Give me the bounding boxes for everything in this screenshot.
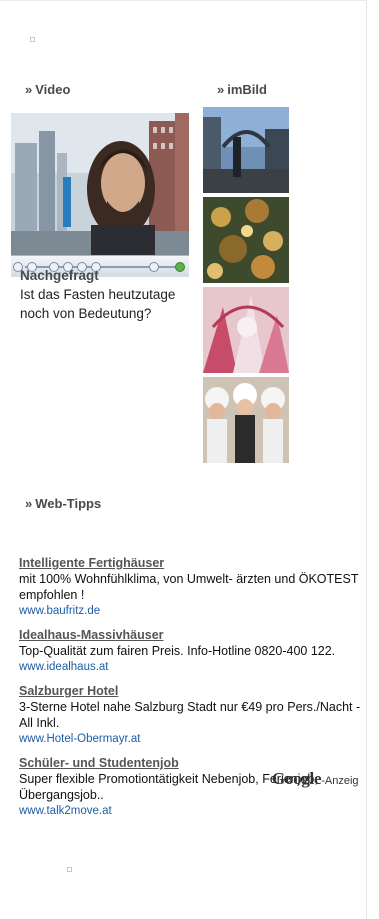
group-of-women-photo[interactable] (203, 377, 289, 463)
ad-url-link[interactable]: www.baufritz.de (19, 603, 369, 619)
video-kicker: Nachgefragt (20, 268, 99, 283)
google-ads-attribution[interactable]: Google-Anzeig (272, 769, 359, 789)
google-logo: Google (272, 769, 322, 788)
image-heading[interactable]: » imBild (217, 82, 267, 97)
ad-item[interactable]: Salzburger Hotel 3-Sterne Hotel nahe Sal… (19, 683, 369, 747)
ad-body: mit 100% Wohnfühlklima, von Umwelt- ärzt… (19, 572, 359, 602)
ad-item[interactable]: Idealhaus-Massivhäuser Top-Qualität zum … (19, 627, 369, 675)
video-thumbnail[interactable] (11, 113, 189, 255)
image-heading-label: imBild (227, 82, 267, 97)
ad-url-link[interactable]: www.talk2move.at (19, 803, 369, 819)
video-still-image (11, 113, 189, 255)
group-of-women-image (203, 377, 289, 463)
bottom-spacer-icon (67, 867, 72, 872)
ad-url-link[interactable]: www.idealhaus.at (19, 659, 369, 675)
video-question: Ist das Fasten heutzutage noch von Bedeu… (20, 287, 176, 321)
ad-body: Top-Qualität zum fairen Preis. Info-Hotl… (19, 644, 336, 658)
video-heading[interactable]: » Video (25, 82, 70, 97)
top-spacer-icon (30, 37, 35, 42)
ad-url-link[interactable]: www.Hotel-Obermayr.at (19, 731, 369, 747)
ad-title-link[interactable]: Salzburger Hotel (19, 683, 369, 699)
festival-lights-image (203, 197, 289, 283)
raquo-icon: » (25, 82, 33, 97)
festival-lights-photo[interactable] (203, 197, 289, 283)
top-border (0, 0, 367, 1)
web-tips-heading-label: Web-Tipps (35, 496, 102, 511)
raquo-icon: » (25, 496, 33, 511)
ad-body: 3-Sterne Hotel nahe Salzburg Stadt nur €… (19, 700, 361, 730)
city-street-image (203, 107, 289, 193)
google-ads-label: -Anzeig (321, 775, 359, 787)
ad-title-link[interactable]: Idealhaus-Massivhäuser (19, 627, 369, 643)
ad-item[interactable]: Intelligente Fertighäuser mit 100% Wohnf… (19, 555, 369, 619)
carnival-costume-photo[interactable] (203, 287, 289, 373)
video-caption[interactable]: Nachgefragt Ist das Fasten heutzutage no… (20, 266, 180, 323)
carnival-costume-image (203, 287, 289, 373)
ad-title-link[interactable]: Intelligente Fertighäuser (19, 555, 369, 571)
raquo-icon: » (217, 82, 225, 97)
city-street-photo[interactable] (203, 107, 289, 193)
web-tips-heading: » Web-Tipps (25, 496, 101, 511)
video-heading-label: Video (35, 82, 71, 97)
